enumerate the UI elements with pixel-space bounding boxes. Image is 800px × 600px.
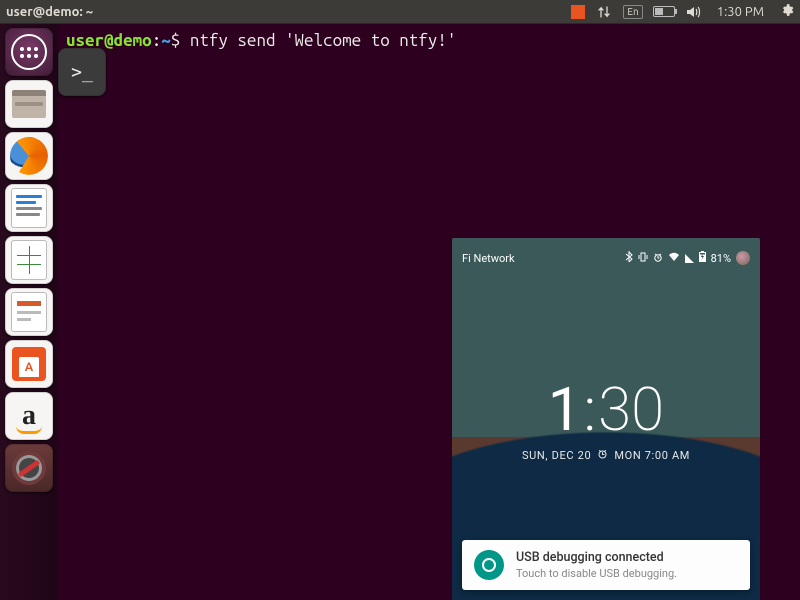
user-avatar-icon <box>736 251 750 265</box>
amazon-icon[interactable]: a <box>5 392 53 440</box>
prompt-path: ~ <box>161 31 171 50</box>
software-center-icon[interactable] <box>5 340 53 388</box>
carrier-label: Fi Network <box>462 252 515 265</box>
clock-hours: 1 <box>548 380 582 440</box>
menubar: user@demo: ~ En 1:30 PM <box>0 0 800 24</box>
calc-icon[interactable] <box>5 236 53 284</box>
dash-icon[interactable] <box>5 28 53 76</box>
bluetooth-icon <box>625 251 633 265</box>
launcher: a >_ <box>0 24 58 600</box>
lockscreen-date: SUN, DEC 20 MON 7:00 AM <box>452 448 760 462</box>
command-text: ntfy send 'Welcome to ntfy!' <box>190 31 457 50</box>
clock[interactable]: 1:30 PM <box>717 5 764 19</box>
impress-icon[interactable] <box>5 288 53 336</box>
indicator-app-icon[interactable] <box>571 5 585 19</box>
system-menu-icon[interactable] <box>780 3 794 20</box>
alarm-text: MON 7:00 AM <box>614 449 690 462</box>
phone-status-icons: 81% <box>625 251 750 265</box>
files-icon[interactable] <box>5 80 53 128</box>
alarm-icon <box>597 448 608 462</box>
network-icon[interactable] <box>595 3 613 21</box>
prompt-user: user@demo <box>66 31 152 50</box>
keyboard-lang-indicator[interactable]: En <box>623 5 642 19</box>
lockscreen-clock: 1:30 <box>452 380 760 440</box>
indicator-area: En 1:30 PM <box>571 3 794 21</box>
notification-subtitle: Touch to disable USB debugging. <box>516 567 677 580</box>
battery-percent: 81% <box>711 252 731 265</box>
prompt-dollar: $ <box>171 31 181 50</box>
alarm-status-icon <box>653 252 663 265</box>
wifi-icon <box>668 252 680 265</box>
vibrate-icon <box>638 252 648 265</box>
battery-icon[interactable] <box>653 6 675 17</box>
date-text: SUN, DEC 20 <box>522 449 591 462</box>
cell-signal-icon <box>685 254 694 263</box>
clock-minutes: 30 <box>598 380 664 440</box>
battery-status-icon <box>699 251 706 265</box>
notification-title: USB debugging connected <box>516 550 677 565</box>
prompt-sep: : <box>152 31 162 50</box>
phone-screenshot: Fi Network 81% <box>452 238 760 600</box>
firefox-icon[interactable] <box>5 132 53 180</box>
phone-statusbar: Fi Network 81% <box>452 238 760 278</box>
notification-card[interactable]: USB debugging connected Touch to disable… <box>462 540 750 590</box>
notification-app-icon <box>474 550 504 580</box>
terminal[interactable]: user@demo:~$ ntfy send 'Welcome to ntfy!… <box>58 24 800 57</box>
volume-icon[interactable] <box>685 3 703 21</box>
window-title: user@demo: ~ <box>6 5 93 19</box>
settings-icon[interactable] <box>5 444 53 492</box>
clock-sep: : <box>584 380 597 440</box>
writer-icon[interactable] <box>5 184 53 232</box>
